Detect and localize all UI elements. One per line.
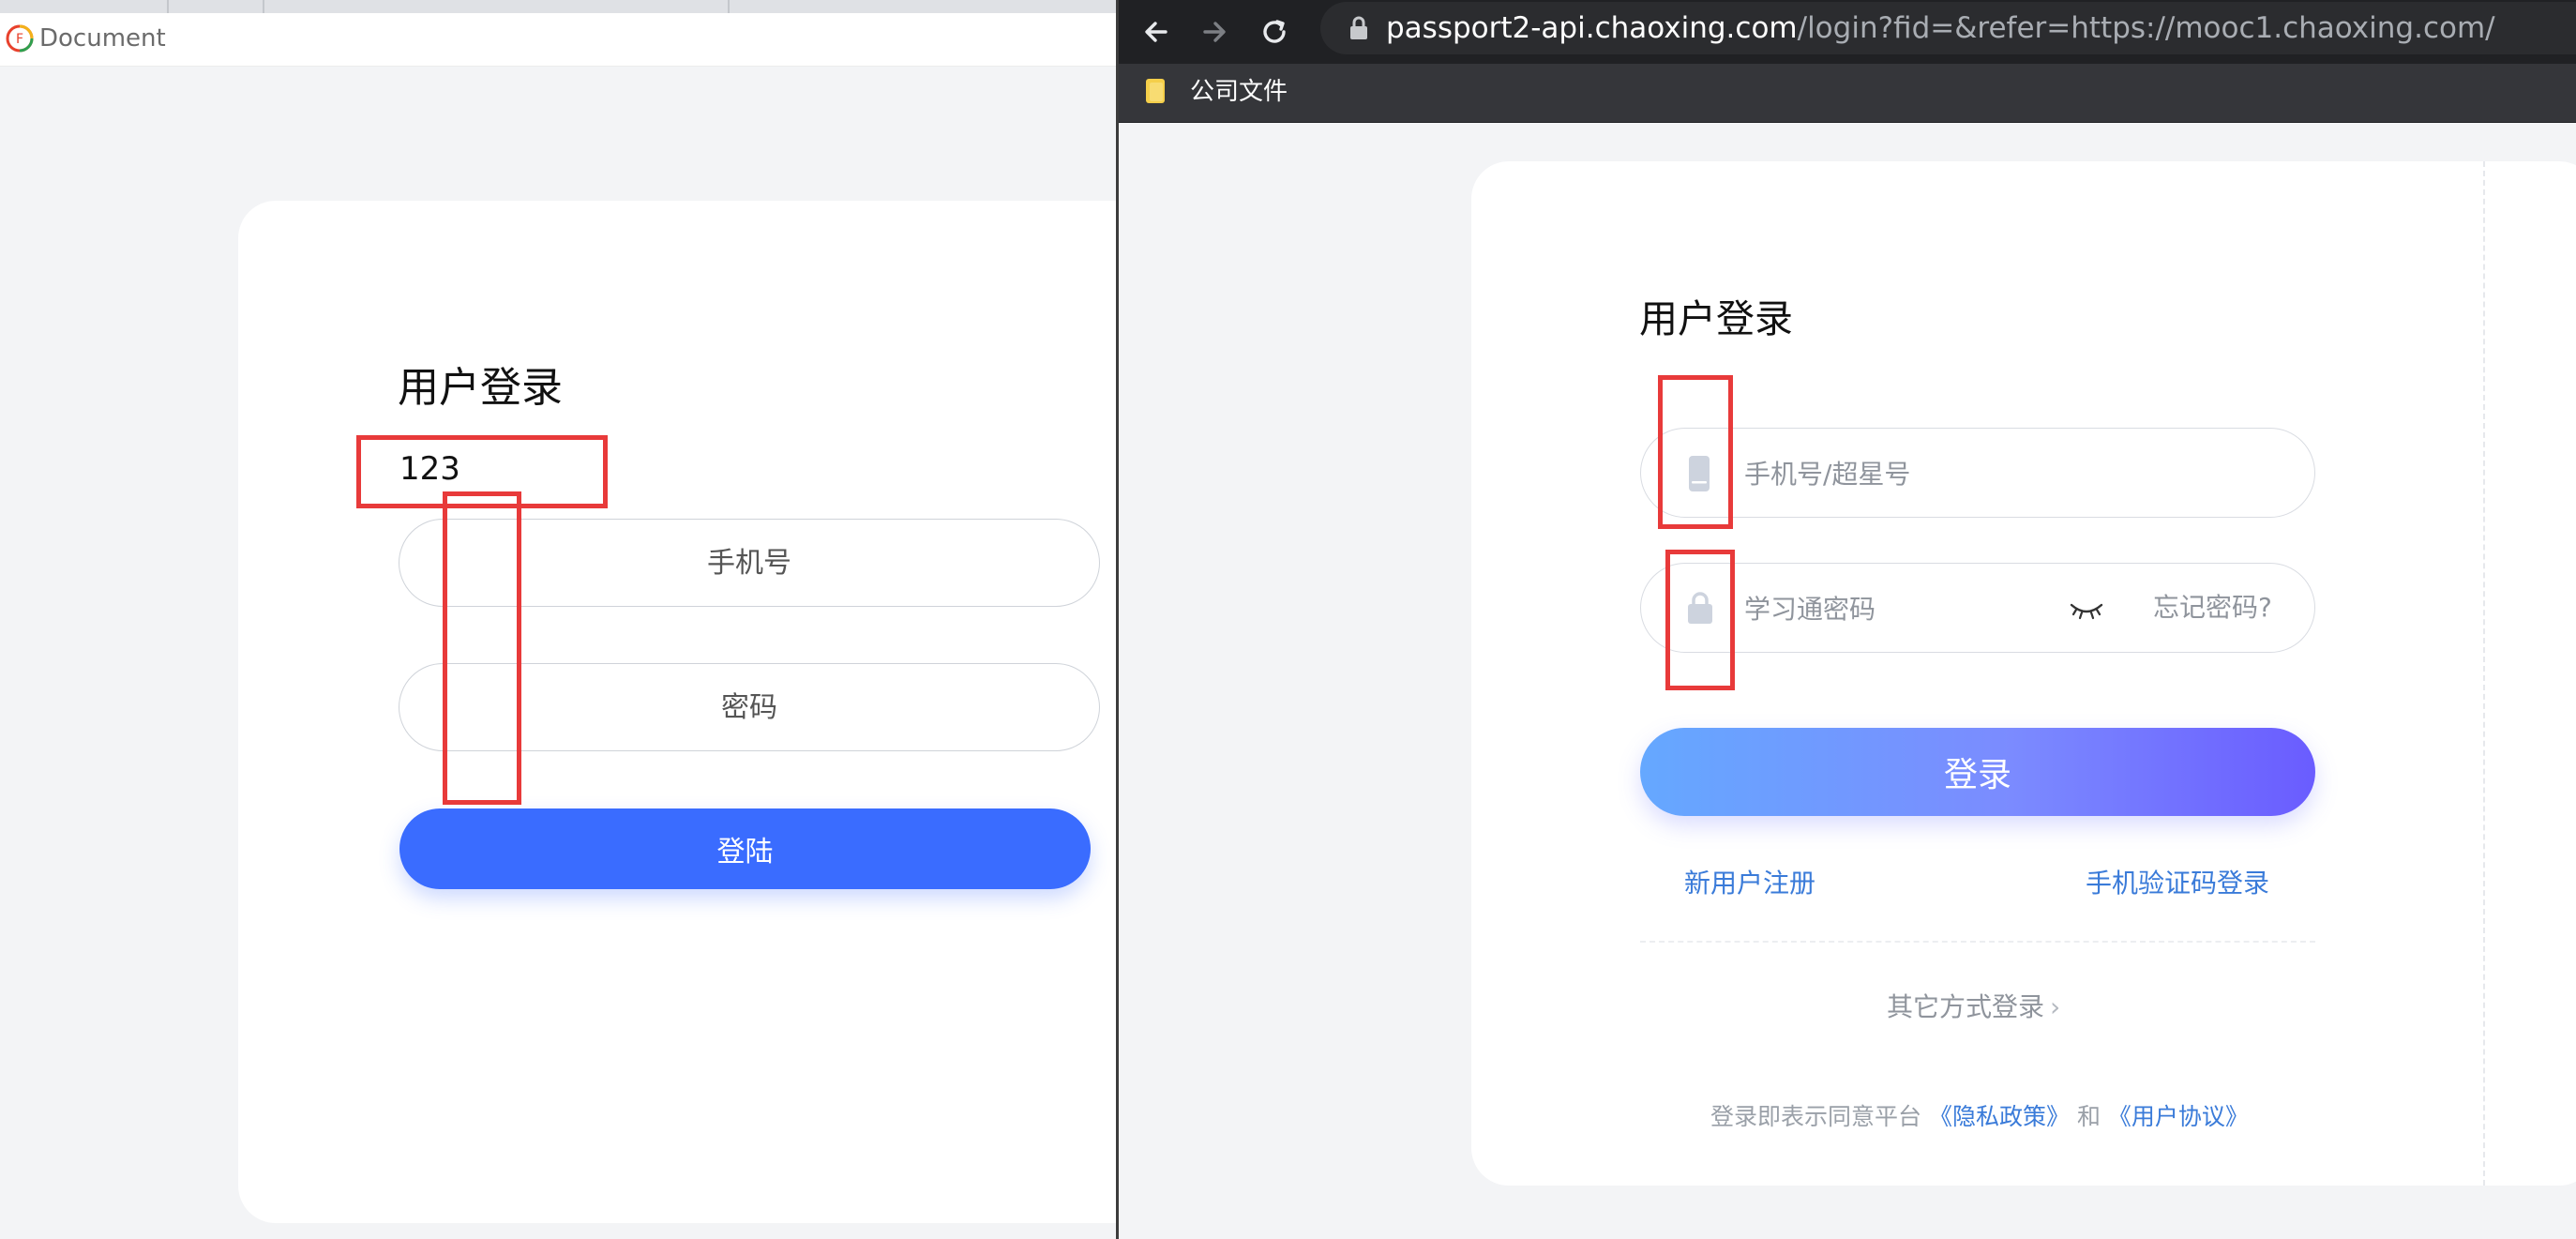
left-tab-strip <box>0 0 1116 13</box>
folder-icon[interactable] <box>1145 77 1167 105</box>
svg-text:F: F <box>16 32 23 47</box>
left-password-input[interactable] <box>399 663 1100 751</box>
arrow-right-icon[interactable] <box>1198 15 1231 49</box>
arrow-left-icon[interactable] <box>1139 15 1173 49</box>
account-input[interactable] <box>1742 449 2065 498</box>
other-login-label: 其它方式登录 <box>1887 991 2045 1022</box>
phone-icon <box>1689 456 1710 491</box>
forgot-password-link[interactable]: 忘记密码? <box>2153 586 2272 629</box>
other-login-link[interactable]: 其它方式登录 › <box>1887 989 2060 1026</box>
lock-icon[interactable] <box>1348 15 1369 41</box>
user-agreement-link[interactable]: 《用户协议》 <box>2108 1103 2249 1130</box>
password-input[interactable] <box>1742 584 2065 633</box>
agreement-and: 和 <box>2076 1103 2101 1130</box>
right-login-title: 用户登录 <box>1639 296 1793 341</box>
right-login-button[interactable]: 登录 <box>1640 728 2315 816</box>
left-login-button[interactable]: 登陆 <box>399 808 1091 889</box>
password-field[interactable]: 忘记密码? <box>1640 563 2315 653</box>
bookmarks-bar <box>1119 64 2576 123</box>
left-login-title: 用户登录 <box>398 364 563 412</box>
reload-icon[interactable] <box>1258 15 1291 49</box>
url-path: /login?fid=&refer=https://mooc1.chaoxing… <box>1797 11 2495 45</box>
bookmark-item-company-files[interactable]: 公司文件 <box>1190 75 1288 109</box>
address-bar[interactable]: passport2-api.chaoxing.com/login?fid=&re… <box>1320 2 2576 54</box>
account-field[interactable] <box>1640 428 2315 518</box>
chevron-right-icon: › <box>2050 991 2061 1022</box>
sms-login-link[interactable]: 手机验证码登录 <box>2086 865 2269 902</box>
left-phone-input[interactable] <box>399 519 1100 607</box>
eye-closed-icon[interactable] <box>2069 596 2104 622</box>
left-username-display: 123 <box>399 450 460 488</box>
browser-logo-icon: F <box>6 24 34 53</box>
left-page-header <box>0 13 1116 67</box>
card-dashed-divider <box>2483 161 2485 1186</box>
document-tab-title[interactable]: Document <box>39 23 166 54</box>
right-login-card <box>1471 161 2576 1186</box>
left-window: F Document <box>0 0 1116 1239</box>
url-host: passport2-api.chaoxing.com <box>1386 11 1798 45</box>
agreement-prefix: 登录即表示同意平台 <box>1710 1103 1922 1130</box>
padlock-icon <box>1688 592 1712 624</box>
agreement-text: 登录即表示同意平台 《隐私政策》 和 《用户协议》 <box>1710 1100 2249 1134</box>
register-link[interactable]: 新用户注册 <box>1684 865 1815 902</box>
browser-toolbar: passport2-api.chaoxing.com/login?fid=&re… <box>1119 0 2576 64</box>
url-text[interactable]: passport2-api.chaoxing.com/login?fid=&re… <box>1386 8 2495 49</box>
privacy-policy-link[interactable]: 《隐私政策》 <box>1929 1103 2070 1130</box>
links-separator <box>1640 941 2315 943</box>
